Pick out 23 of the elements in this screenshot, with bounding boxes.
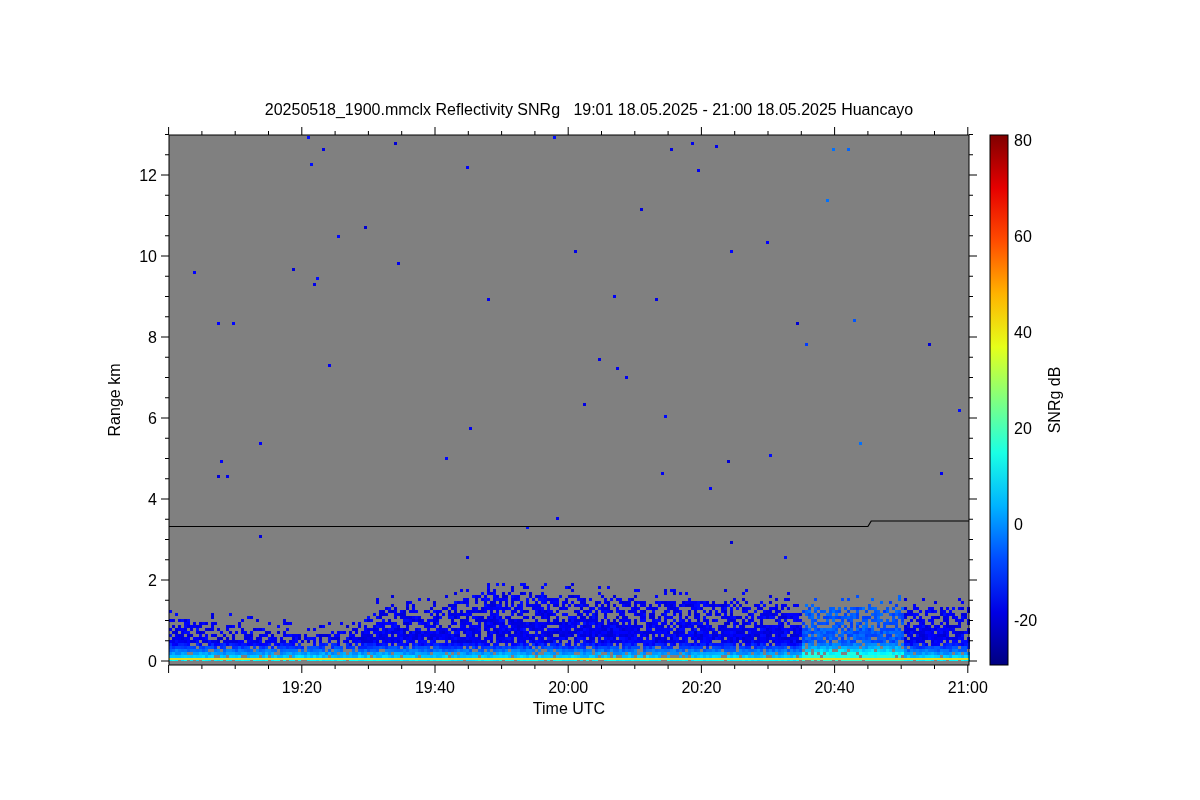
x-tick-label: 19:40 [415,679,455,696]
x-tick-label: 21:00 [947,679,988,696]
y-axis-label: Range km [106,363,123,437]
y-tick-label: 10 [139,248,157,265]
y-tick-label: 4 [148,491,157,508]
colorbar-label: SNRg dB [1046,366,1063,434]
y-tick-label: 8 [148,329,157,346]
y-tick-label: 12 [139,167,157,184]
colorbar-tick-label: 80 [1014,132,1032,149]
colorbar-tick-label: -20 [1014,612,1038,629]
x-tick-label: 20:20 [681,679,722,696]
y-tick-label: 6 [148,410,157,427]
x-tick-label: 20:40 [814,679,855,696]
x-tick-label: 19:20 [281,679,322,696]
y-tick-label: 0 [148,653,157,670]
y-tick-label: 2 [148,572,157,589]
x-tick-label: 20:00 [548,679,589,696]
colorbar-tick-label: 20 [1014,420,1032,437]
colorbar-tick-label: 40 [1014,324,1032,341]
chart-title: 20250518_1900.mmclx Reflectivity SNRg 19:01 18.05.2025 - 21:00 18.05.2025 Huancayo [264,101,914,118]
colorbar-tick-label: 0 [1014,516,1023,533]
colorbar-tick-label: 60 [1014,228,1032,245]
x-axis-label: Time UTC [532,700,606,717]
